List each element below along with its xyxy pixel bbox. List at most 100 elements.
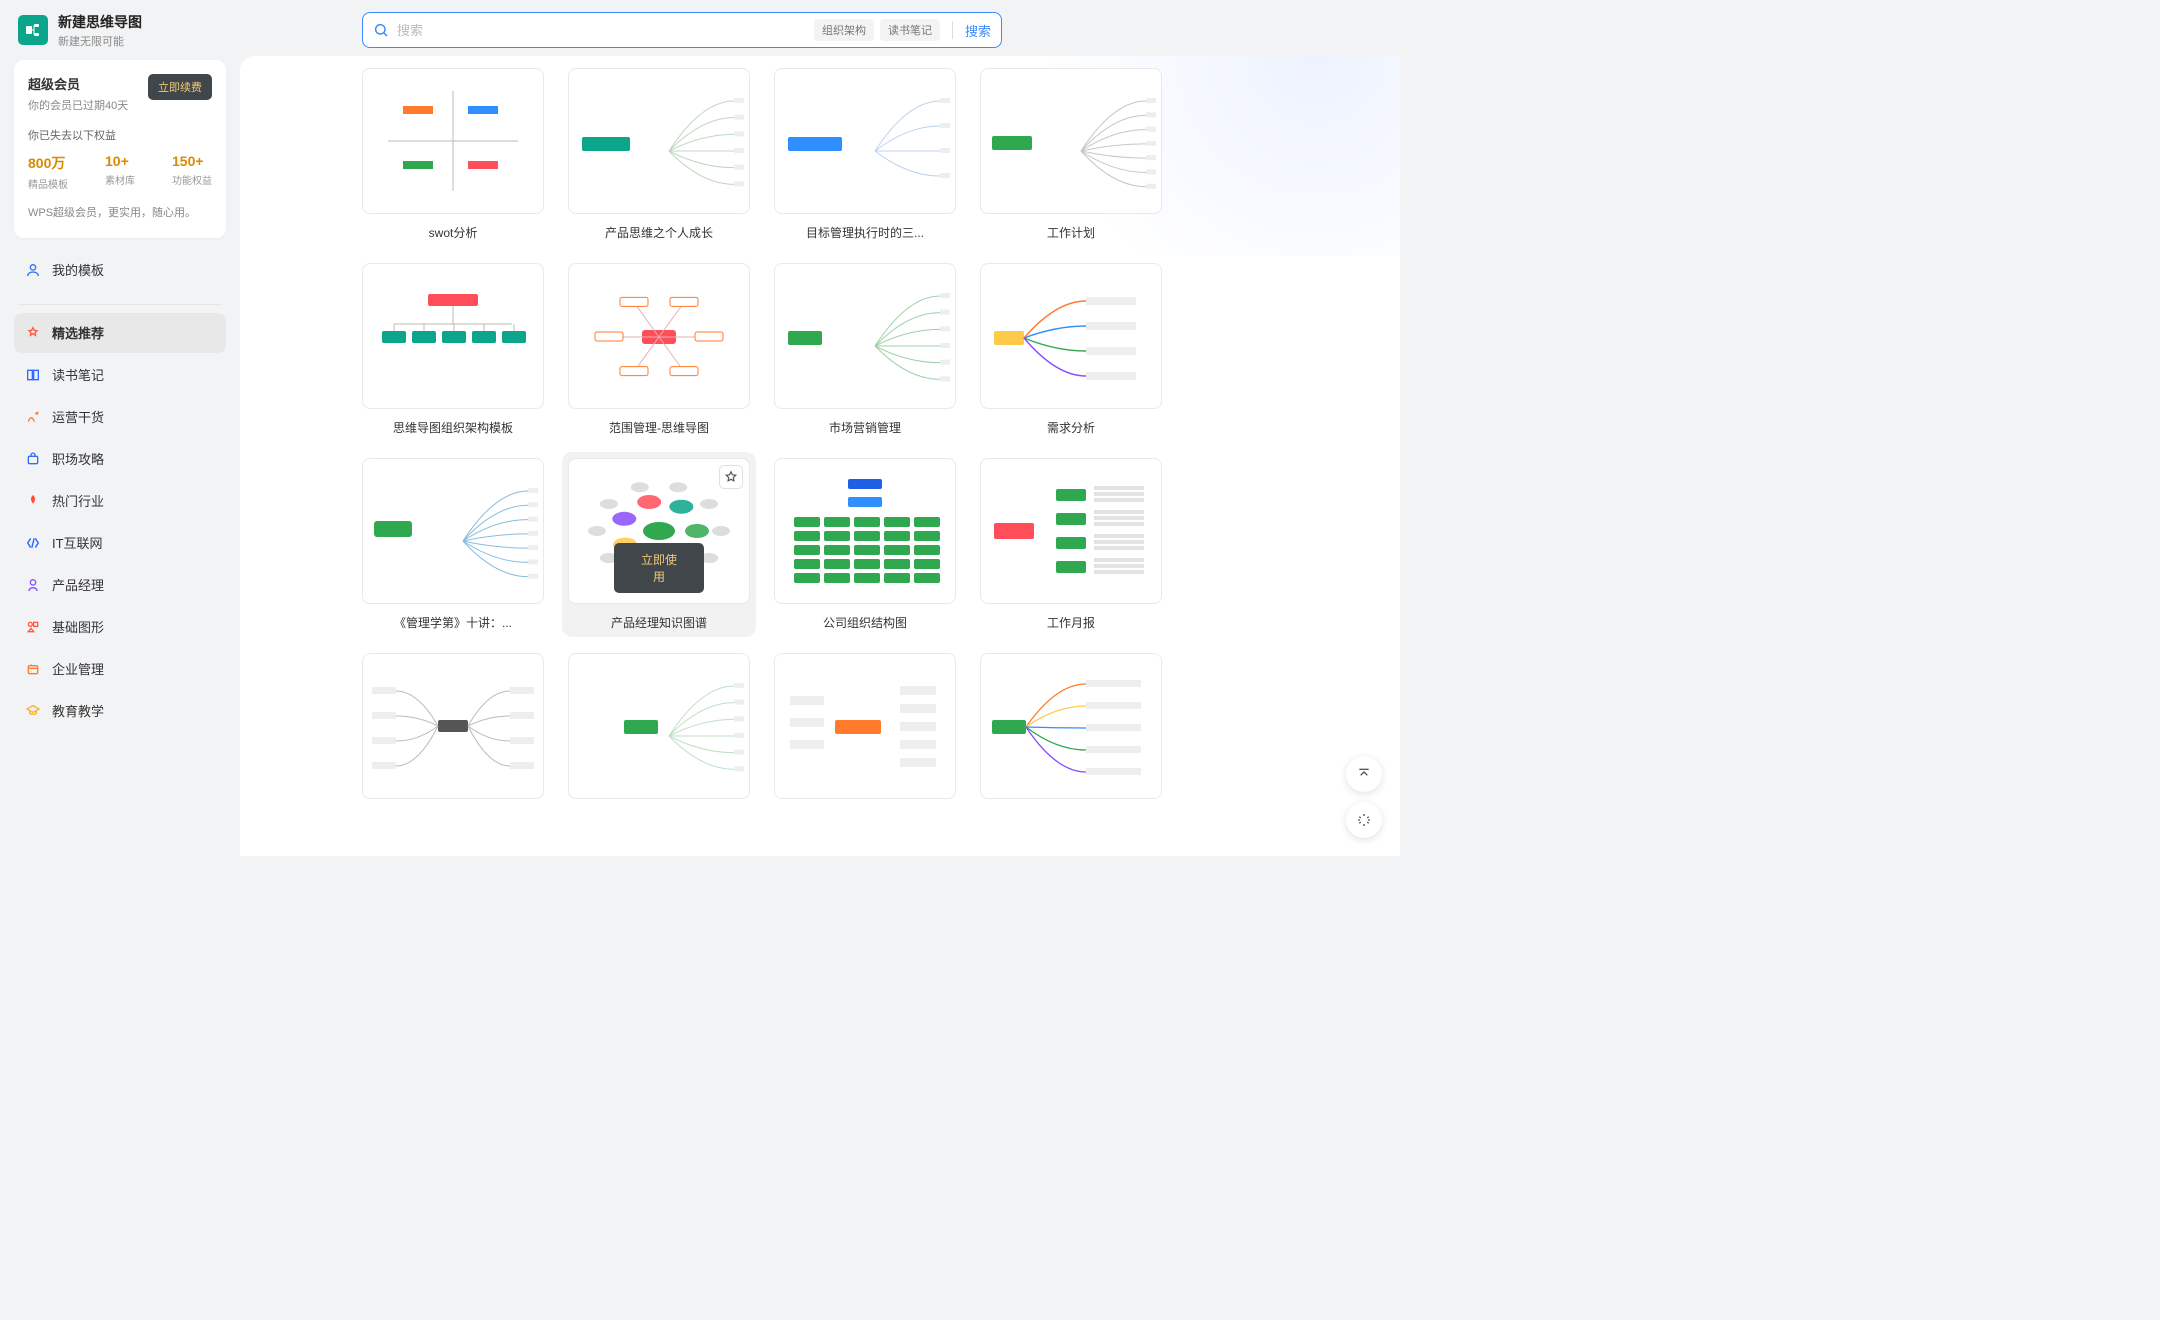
- main-content: swot分析 产品思维之个人成长 目标管理执行时的三... 工作计划思维导图组织架构模…: [240, 56, 1400, 856]
- sidebar-item-category[interactable]: IT互联网: [14, 523, 226, 563]
- template-thumbnail: [980, 653, 1162, 799]
- template-card[interactable]: 工作计划: [978, 66, 1164, 243]
- template-thumbnail: [774, 263, 956, 409]
- category-icon: [24, 492, 42, 510]
- stat-label: 素材库: [105, 172, 135, 187]
- membership-footer: WPS超级会员，更实用，随心用。: [28, 205, 212, 222]
- sidebar-item-category[interactable]: 热门行业: [14, 481, 226, 521]
- search-button[interactable]: 搜索: [965, 21, 991, 40]
- user-icon: [24, 261, 42, 279]
- template-card[interactable]: [978, 651, 1164, 811]
- category-icon: [24, 366, 42, 384]
- search-bar[interactable]: 组织架构 读书笔记 搜索: [362, 12, 1002, 48]
- category-icon: [24, 660, 42, 678]
- template-thumbnail: [980, 263, 1162, 409]
- template-thumbnail: [980, 68, 1162, 214]
- search-input[interactable]: [397, 23, 808, 38]
- template-card[interactable]: 范围管理-思维导图: [566, 261, 752, 438]
- template-card[interactable]: 公司组织结构图: [772, 456, 958, 633]
- stat-number: 150+: [172, 153, 212, 169]
- stat-number: 800万: [28, 153, 68, 173]
- template-card[interactable]: 需求分析: [978, 261, 1164, 438]
- membership-lost-text: 你已失去以下权益: [28, 127, 212, 143]
- template-card[interactable]: swot分析: [360, 66, 546, 243]
- category-icon: [24, 618, 42, 636]
- template-title: 产品思维之个人成长: [605, 224, 713, 241]
- template-title: 《管理学第》十讲：...: [394, 614, 512, 631]
- category-icon: [24, 576, 42, 594]
- template-card[interactable]: 产品思维之个人成长: [566, 66, 752, 243]
- sidebar-item-label: 读书笔记: [52, 365, 104, 384]
- membership-card: 超级会员 你的会员已过期40天 立即续费 你已失去以下权益 800万 精品模板 …: [14, 60, 226, 238]
- template-title: 市场营销管理: [829, 419, 901, 436]
- template-title: 公司组织结构图: [823, 614, 907, 631]
- template-title: 产品经理知识图谱: [611, 614, 707, 631]
- sidebar-item-label: 精选推荐: [52, 323, 104, 342]
- template-card[interactable]: 工作月报: [978, 456, 1164, 633]
- divider: [952, 21, 953, 39]
- scroll-top-button[interactable]: [1346, 756, 1382, 792]
- sidebar-item-category[interactable]: 读书笔记: [14, 355, 226, 395]
- page-subtitle: 新建无限可能: [58, 33, 142, 49]
- category-icon: [24, 534, 42, 552]
- template-thumbnail: [362, 68, 544, 214]
- category-icon: [24, 702, 42, 720]
- sidebar-item-label: 产品经理: [52, 575, 104, 594]
- sidebar-item-category[interactable]: 教育教学: [14, 691, 226, 731]
- sidebar-item-label: 热门行业: [52, 491, 104, 510]
- template-card[interactable]: [360, 651, 546, 811]
- hot-term-chip[interactable]: 组织架构: [814, 19, 874, 41]
- template-card[interactable]: 市场营销管理: [772, 261, 958, 438]
- sidebar-item-label: 运营干货: [52, 407, 104, 426]
- category-icon: [24, 408, 42, 426]
- use-template-button[interactable]: 立即使用: [614, 543, 704, 593]
- search-icon: [373, 22, 389, 38]
- template-thumbnail: [362, 458, 544, 604]
- sidebar-item-category[interactable]: 职场攻略: [14, 439, 226, 479]
- template-thumbnail: [568, 68, 750, 214]
- template-card[interactable]: 立即使用产品经理知识图谱: [562, 452, 756, 637]
- sidebar-item-label: 我的模板: [52, 260, 104, 279]
- category-icon: [24, 450, 42, 468]
- sidebar-item-category[interactable]: 产品经理: [14, 565, 226, 605]
- sidebar-item-category[interactable]: 运营干货: [14, 397, 226, 437]
- template-title: 需求分析: [1047, 419, 1095, 436]
- sidebar-item-label: 教育教学: [52, 701, 104, 720]
- template-title: 范围管理-思维导图: [609, 419, 709, 436]
- template-card[interactable]: 思维导图组织架构模板: [360, 261, 546, 438]
- membership-title: 超级会员: [28, 74, 128, 93]
- sidebar-item-label: IT互联网: [52, 533, 103, 552]
- divider: [18, 304, 222, 305]
- template-card[interactable]: 《管理学第》十讲：...: [360, 456, 546, 633]
- settings-fab-button[interactable]: [1346, 802, 1382, 838]
- stat-number: 10+: [105, 153, 135, 169]
- sidebar-item-category[interactable]: 基础图形: [14, 607, 226, 647]
- sidebar-item-label: 职场攻略: [52, 449, 104, 468]
- sidebar: 超级会员 你的会员已过期40天 立即续费 你已失去以下权益 800万 精品模板 …: [0, 52, 240, 856]
- app-logo-icon: [18, 15, 48, 45]
- stat-label: 功能权益: [172, 172, 212, 187]
- sidebar-item-category[interactable]: 企业管理: [14, 649, 226, 689]
- sidebar-item-my-templates[interactable]: 我的模板: [14, 250, 226, 290]
- template-title: swot分析: [429, 224, 478, 241]
- hot-term-chip[interactable]: 读书笔记: [880, 19, 940, 41]
- category-icon: [24, 324, 42, 342]
- favorite-button[interactable]: [719, 465, 743, 489]
- template-thumbnail: 立即使用: [568, 458, 750, 604]
- sidebar-item-category[interactable]: 精选推荐: [14, 313, 226, 353]
- sidebar-item-label: 基础图形: [52, 617, 104, 636]
- template-title: 目标管理执行时的三...: [806, 224, 924, 241]
- page-title: 新建思维导图: [58, 12, 142, 32]
- template-thumbnail: [774, 458, 956, 604]
- membership-expired: 你的会员已过期40天: [28, 97, 128, 113]
- template-thumbnail: [774, 653, 956, 799]
- renew-button[interactable]: 立即续费: [148, 74, 212, 100]
- template-thumbnail: [568, 653, 750, 799]
- template-card[interactable]: 目标管理执行时的三...: [772, 66, 958, 243]
- template-card[interactable]: [772, 651, 958, 811]
- template-title: 工作月报: [1047, 614, 1095, 631]
- sidebar-item-label: 企业管理: [52, 659, 104, 678]
- template-thumbnail: [568, 263, 750, 409]
- stat-label: 精品模板: [28, 176, 68, 191]
- template-card[interactable]: [566, 651, 752, 811]
